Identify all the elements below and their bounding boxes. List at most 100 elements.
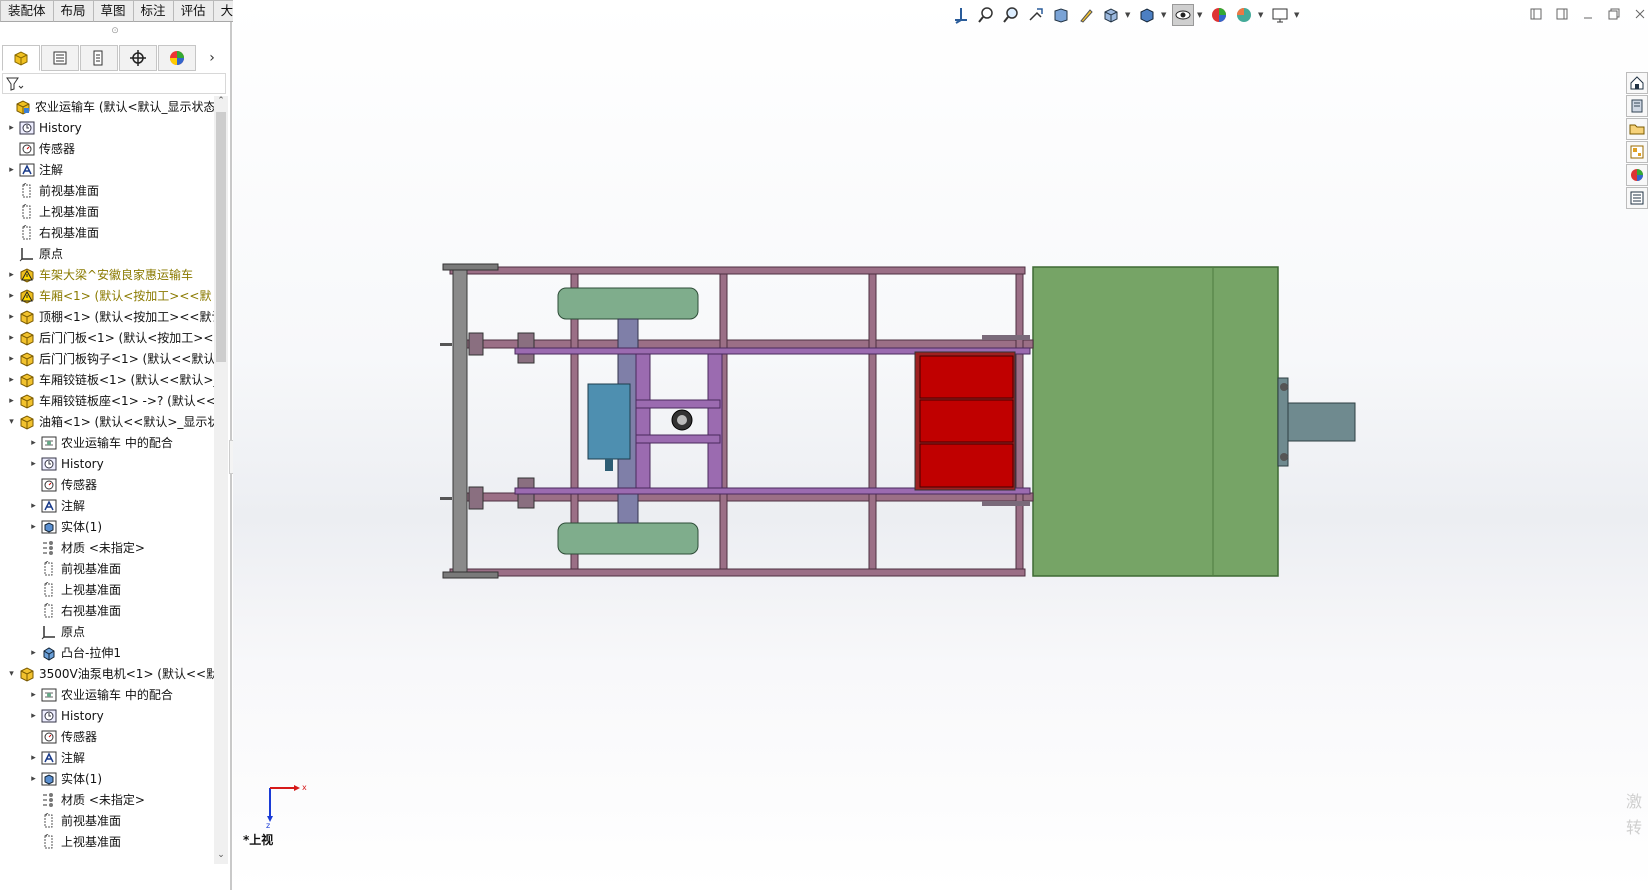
hide-show-icon[interactable] [1172,4,1194,26]
tree-item[interactable]: ▸ 车架大梁^安徽良家惠运输车 [0,264,214,285]
tab-1[interactable]: 装配体 [0,0,54,22]
propertymanager-tab[interactable] [41,45,79,71]
expand-down-icon[interactable]: ▾ [6,417,17,427]
tree-item[interactable]: ▸ 后门门板<1> (默认<按加工><< [0,327,214,348]
expand-right-icon[interactable]: ▸ [28,648,39,658]
tree-item[interactable]: 原点 [0,243,214,264]
view-orientation-cube-icon[interactable] [1100,4,1122,26]
tree-item[interactable]: ▸ 顶棚<1> (默认<按加工><<默认 [0,306,214,327]
panel-grip[interactable]: ⊙ [0,22,230,40]
chevron-right-icon[interactable]: › [197,45,227,71]
tree-item[interactable]: ▸ History [0,453,214,474]
chevron-down-icon[interactable]: ▼ [1258,11,1266,19]
expand-right-icon[interactable]: ▸ [28,522,39,532]
previous-view-icon[interactable] [1025,4,1047,26]
tree-item[interactable]: ▸ 实体(1) [0,768,214,789]
expand-right-icon[interactable]: ▸ [28,501,39,511]
restore-icon[interactable] [1606,6,1622,22]
tile-right-icon[interactable] [1554,6,1570,22]
chevron-down-icon[interactable]: ▼ [1161,11,1169,19]
scroll-up-icon[interactable]: ⌃ [214,96,228,110]
configurationmanager-tab[interactable] [80,45,118,71]
tree-item[interactable]: ▾ 3500V油泵电机<1> (默认<<默认 [0,663,214,684]
zoom-to-fit-icon[interactable] [975,4,997,26]
expand-right-icon[interactable]: ▸ [28,753,39,763]
expand-right-icon[interactable]: ▸ [28,459,39,469]
view-orientation-icon[interactable] [950,4,972,26]
tree-item[interactable]: ▸ 农业运输车 中的配合 [0,432,214,453]
tree-item[interactable]: ▸ 车厢铰链板座<1> ->? (默认<<默 [0,390,214,411]
expand-right-icon[interactable]: ▸ [6,396,17,406]
scroll-down-icon[interactable]: ⌄ [214,850,228,864]
expand-right-icon[interactable]: ▸ [6,354,17,364]
tree-item[interactable]: 上视基准面 [0,831,214,852]
tree-item[interactable]: 右视基准面 [0,600,214,621]
appearances-icon[interactable] [1626,164,1648,186]
display-manager-tab[interactable] [158,45,196,71]
apply-scene-icon[interactable] [1233,4,1255,26]
chevron-down-icon[interactable]: ▼ [1294,11,1302,19]
expand-right-icon[interactable]: ▸ [28,774,39,784]
tree-item[interactable]: ▸ 车厢<1> (默认<按加工><<默 [0,285,214,306]
expand-right-icon[interactable]: ▸ [28,690,39,700]
featuremanager-tab[interactable] [2,45,40,71]
tree-item[interactable]: ▸ History [0,117,214,138]
tree-item[interactable]: 材质 <未指定> [0,789,214,810]
dimxpert-tab[interactable] [119,45,157,71]
view-settings-icon[interactable] [1269,4,1291,26]
expand-right-icon[interactable]: ▸ [6,312,17,322]
tab-4[interactable]: 标注 [132,0,174,22]
design-library-icon[interactable] [1626,95,1648,117]
custom-properties-icon[interactable] [1626,187,1648,209]
tree-item[interactable]: 前视基准面 [0,180,214,201]
tab-3[interactable]: 草图 [92,0,134,22]
minimize-icon[interactable] [1580,6,1596,22]
tile-left-icon[interactable] [1528,6,1544,22]
expand-right-icon[interactable]: ▸ [6,123,17,133]
tree-item[interactable]: ▸ 实体(1) [0,516,214,537]
expand-right-icon[interactable]: ▸ [6,165,17,175]
scroll-thumb[interactable] [216,112,226,362]
home-icon[interactable] [1626,72,1648,94]
expand-down-icon[interactable]: ▾ [6,669,17,679]
tree-item[interactable]: 右视基准面 [0,222,214,243]
graphics-area[interactable]: ▼ ▼ ▼ ▼ ▼ x z *上视 激 转 [233,0,1648,890]
tree-item[interactable]: ▸ 注解 [0,159,214,180]
expand-right-icon[interactable]: ▸ [6,270,17,280]
tree-item[interactable]: 农业运输车 (默认<默认_显示状态-1>) [0,96,214,117]
expand-right-icon[interactable]: ▸ [6,375,17,385]
view-palette-icon[interactable] [1626,141,1648,163]
tree-item[interactable]: ▾ 油箱<1> (默认<<默认>_显示状 [0,411,214,432]
tree-item[interactable]: ▸ 后门门板钩子<1> (默认<<默认> [0,348,214,369]
chevron-down-icon[interactable]: ▼ [1125,11,1133,19]
dynamic-annotation-icon[interactable] [1075,4,1097,26]
tree-item[interactable]: 上视基准面 [0,579,214,600]
tree-item[interactable]: ▸ 农业运输车 中的配合 [0,684,214,705]
tree-item[interactable]: ▸ 车厢铰链板<1> (默认<<默认>_ [0,369,214,390]
tree-item[interactable]: 前视基准面 [0,558,214,579]
edit-appearance-icon[interactable] [1208,4,1230,26]
tree-item[interactable]: 前视基准面 [0,810,214,831]
tree-item[interactable]: ▸ 凸台-拉伸1 [0,642,214,663]
file-explorer-icon[interactable] [1626,118,1648,140]
close-icon[interactable] [1632,6,1648,22]
display-style-icon[interactable] [1136,4,1158,26]
tree-item[interactable]: 上视基准面 [0,201,214,222]
tree-item[interactable]: 传感器 [0,726,214,747]
section-view-icon[interactable] [1050,4,1072,26]
tree-item[interactable]: ▸ History [0,705,214,726]
tree-item[interactable]: 传感器 [0,474,214,495]
zoom-area-icon[interactable] [1000,4,1022,26]
tree-item[interactable]: 原点 [0,621,214,642]
tree-item[interactable]: ▸ 注解 [0,747,214,768]
tree-item[interactable]: ▸ 注解 [0,495,214,516]
tree-scrollbar[interactable]: ⌃ ⌄ [214,96,228,864]
tab-5[interactable]: 评估 [172,0,214,22]
filter-bar[interactable] [2,73,226,94]
expand-right-icon[interactable]: ▸ [6,291,17,301]
expand-right-icon[interactable]: ▸ [28,711,39,721]
tree-item[interactable]: 材质 <未指定> [0,537,214,558]
expand-right-icon[interactable]: ▸ [28,438,39,448]
tab-2[interactable]: 布局 [52,0,94,22]
tree-item[interactable]: 传感器 [0,138,214,159]
